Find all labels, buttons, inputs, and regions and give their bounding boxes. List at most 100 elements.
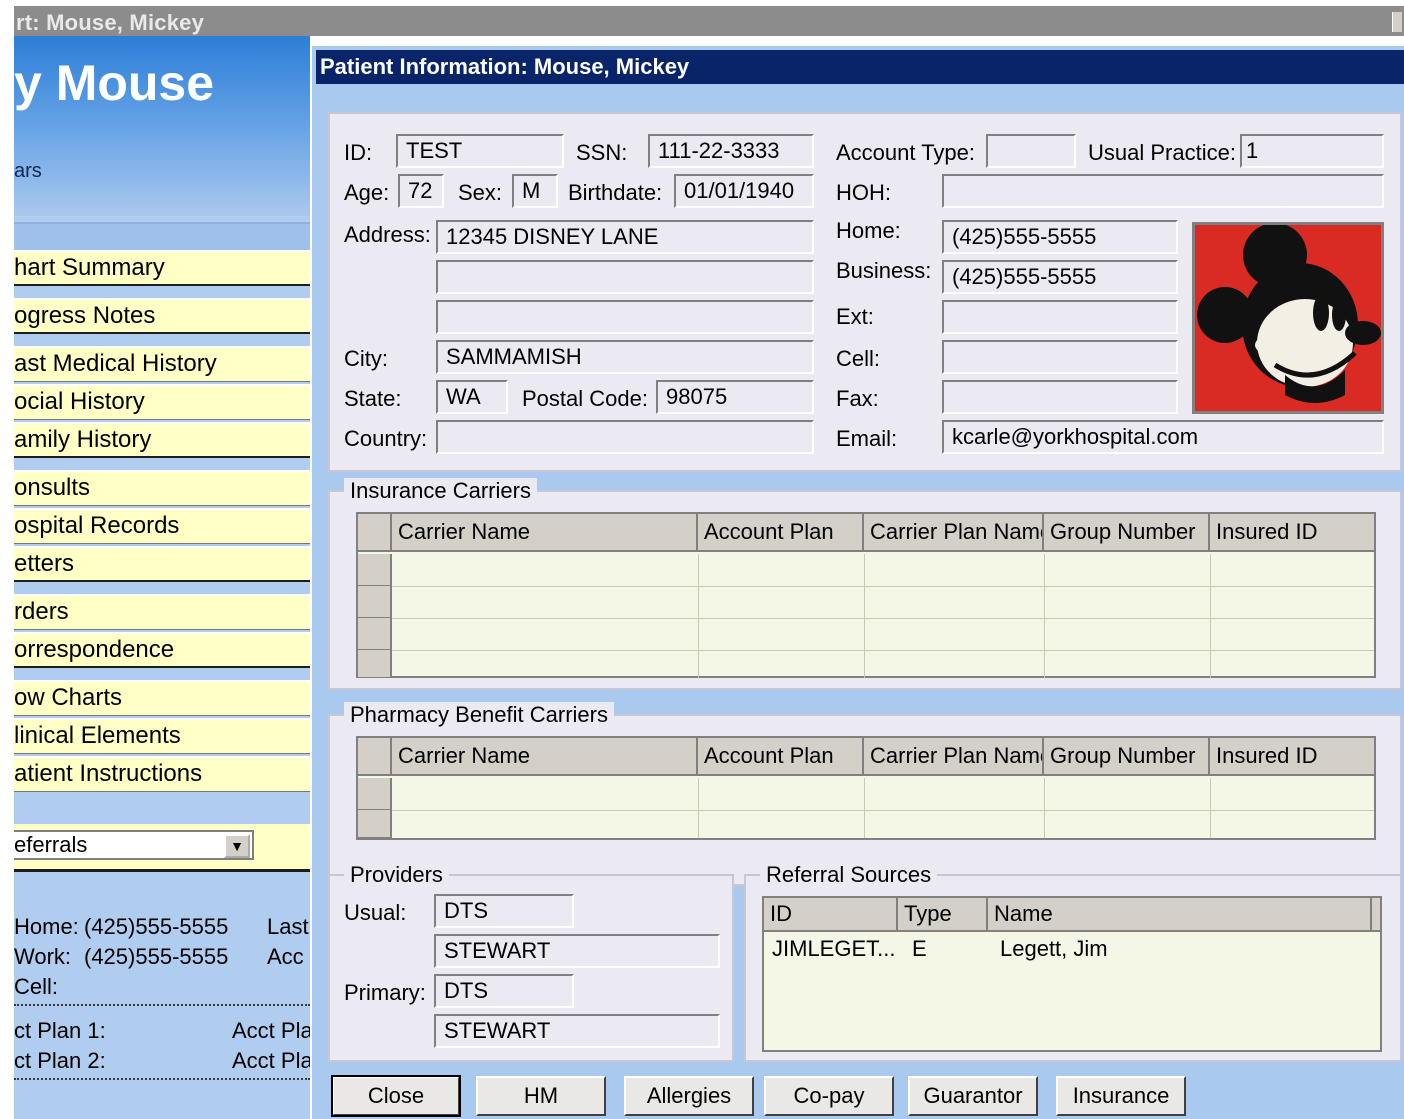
nav-hospital-records[interactable]: ospital Records bbox=[14, 508, 310, 544]
grid-line bbox=[1210, 554, 1211, 678]
col-group-number[interactable]: Group Number bbox=[1044, 514, 1210, 552]
col-group-number[interactable]: Group Number bbox=[1044, 738, 1210, 776]
nav-progress-notes[interactable]: ogress Notes bbox=[14, 298, 310, 334]
grid-line bbox=[864, 778, 865, 838]
nav-correspondence[interactable]: orrespondence bbox=[14, 632, 310, 668]
age-field[interactable]: 72 bbox=[398, 174, 444, 208]
grid-corner bbox=[358, 514, 392, 552]
sex-field[interactable]: M bbox=[512, 174, 558, 208]
table-row[interactable]: JIMLEGET... E Legett, Jim bbox=[764, 934, 1380, 964]
usual-provider-code-field[interactable]: DTS bbox=[434, 894, 574, 928]
row-header[interactable] bbox=[358, 586, 392, 618]
id-field[interactable]: TEST bbox=[396, 134, 564, 168]
ssn-field[interactable]: 111-22-3333 bbox=[648, 134, 814, 168]
address-line3-field[interactable] bbox=[436, 300, 814, 334]
birthdate-field[interactable]: 01/01/1940 bbox=[674, 174, 814, 208]
business-phone-field[interactable]: (425)555-5555 bbox=[942, 260, 1178, 294]
city-field[interactable]: SAMMAMISH bbox=[436, 340, 814, 374]
hm-button[interactable]: HM bbox=[476, 1076, 606, 1116]
nav-social-history[interactable]: ocial History bbox=[14, 384, 310, 420]
primary-provider-name-field[interactable]: STEWART bbox=[434, 1014, 720, 1048]
usual-practice-label: Usual Practice: bbox=[1088, 140, 1236, 165]
cell-label: Cell: bbox=[14, 974, 59, 999]
referral-sources-group: Referral Sources ID Type Name JIMLEGET..… bbox=[744, 862, 1402, 1062]
providers-group: Providers Usual: DTS STEWART Primary: DT… bbox=[328, 862, 734, 1062]
row-header[interactable] bbox=[358, 810, 392, 838]
address-line2-field[interactable] bbox=[436, 260, 814, 294]
grid-line bbox=[1044, 554, 1045, 678]
nav-letters[interactable]: etters bbox=[14, 546, 310, 582]
col-id[interactable]: ID bbox=[764, 898, 898, 932]
col-carrier-name[interactable]: Carrier Name bbox=[392, 514, 698, 552]
pharmacy-carriers-grid[interactable]: Carrier Name Account Plan Carrier Plan N… bbox=[356, 736, 1376, 840]
work-label: Work: bbox=[14, 944, 72, 969]
mickey-mouse-picture bbox=[1195, 225, 1381, 411]
ext-field[interactable] bbox=[942, 300, 1178, 334]
copay-button[interactable]: Co-pay bbox=[764, 1076, 894, 1116]
row-header[interactable] bbox=[358, 554, 392, 586]
nav-past-medical-history[interactable]: ast Medical History bbox=[14, 346, 310, 382]
col-type[interactable]: Type bbox=[898, 898, 988, 932]
nav-family-history[interactable]: amily History bbox=[14, 422, 310, 458]
insurance-button[interactable]: Insurance bbox=[1056, 1076, 1186, 1116]
hoh-field[interactable] bbox=[942, 174, 1384, 208]
referral-sources-title: Referral Sources bbox=[760, 862, 938, 888]
account-type-field[interactable] bbox=[986, 134, 1076, 168]
address-line1-field[interactable]: 12345 DISNEY LANE bbox=[436, 220, 814, 254]
col-insured-id[interactable]: Insured ID bbox=[1210, 514, 1374, 552]
col-carrier-plan-name[interactable]: Carrier Plan Name bbox=[864, 514, 1044, 552]
primary-provider-code-field[interactable]: DTS bbox=[434, 974, 574, 1008]
chevron-down-icon[interactable]: ▼ bbox=[224, 834, 250, 858]
country-field[interactable] bbox=[436, 420, 814, 454]
account-type-label: Account Type: bbox=[836, 140, 976, 165]
country-label: Country: bbox=[344, 426, 428, 451]
nav-dropdown-value: eferrals bbox=[14, 832, 88, 857]
fax-field[interactable] bbox=[942, 380, 1178, 414]
cell-phone-label: Cell: bbox=[836, 346, 881, 371]
acct-label: Acc bbox=[267, 944, 304, 969]
insurance-carriers-group: Insurance Carriers Carrier Name Account … bbox=[328, 478, 1402, 690]
col-carrier-plan-name[interactable]: Carrier Plan Name bbox=[864, 738, 1044, 776]
age-label: Age: bbox=[344, 180, 390, 205]
allergies-button[interactable]: Allergies bbox=[624, 1076, 754, 1116]
col-carrier-name[interactable]: Carrier Name bbox=[392, 738, 698, 776]
row-header[interactable] bbox=[358, 778, 392, 810]
row-header[interactable] bbox=[358, 650, 392, 678]
referral-sources-grid[interactable]: ID Type Name JIMLEGET... E Legett, Jim bbox=[762, 896, 1382, 1052]
nav-chart-summary[interactable]: hart Summary bbox=[14, 250, 310, 286]
cell-phone-field[interactable] bbox=[942, 340, 1178, 374]
usual-provider-name-field[interactable]: STEWART bbox=[434, 934, 720, 968]
home-phone-field[interactable]: (425)555-5555 bbox=[942, 220, 1178, 254]
nav-orders[interactable]: rders bbox=[14, 594, 310, 630]
row-header[interactable] bbox=[358, 618, 392, 650]
sex-label: Sex: bbox=[458, 180, 503, 205]
email-field[interactable]: kcarle@yorkhospital.com bbox=[942, 420, 1384, 454]
patient-photo[interactable] bbox=[1192, 222, 1384, 414]
outer-window-title: rt: Mouse, Mickey bbox=[16, 10, 205, 35]
col-insured-id[interactable]: Insured ID bbox=[1210, 738, 1374, 776]
work-value: (425)555-5555 bbox=[84, 944, 229, 969]
col-name[interactable]: Name bbox=[988, 898, 1372, 932]
close-button[interactable]: Close bbox=[331, 1075, 461, 1117]
insurance-carriers-grid[interactable]: Carrier Name Account Plan Carrier Plan N… bbox=[356, 512, 1376, 678]
nav-flow-charts[interactable]: ow Charts bbox=[14, 680, 310, 716]
last-label: Last bbox=[267, 914, 309, 939]
col-account-plan[interactable]: Account Plan bbox=[698, 514, 864, 552]
nav-consults[interactable]: onsults bbox=[14, 470, 310, 506]
insurance-carriers-title: Insurance Carriers bbox=[344, 478, 537, 504]
col-account-plan[interactable]: Account Plan bbox=[698, 738, 864, 776]
grid-line bbox=[1210, 778, 1211, 838]
nav-dropdown[interactable]: eferrals ▼ bbox=[14, 830, 254, 860]
pharmacy-carriers-title: Pharmacy Benefit Carriers bbox=[344, 702, 614, 728]
outer-window-close-button[interactable] bbox=[1392, 12, 1402, 32]
home-label: Home: bbox=[14, 914, 79, 939]
home-phone-label: Home: bbox=[836, 218, 901, 243]
state-field[interactable]: WA bbox=[436, 380, 508, 414]
nav-clinical-elements[interactable]: linical Elements bbox=[14, 718, 310, 754]
email-label: Email: bbox=[836, 426, 898, 451]
postal-code-field[interactable]: 98075 bbox=[656, 380, 814, 414]
guarantor-button[interactable]: Guarantor bbox=[908, 1076, 1038, 1116]
nav-patient-instructions[interactable]: atient Instructions bbox=[14, 756, 310, 792]
usual-practice-field[interactable]: 1 bbox=[1240, 134, 1384, 168]
grid-line bbox=[392, 586, 1374, 587]
